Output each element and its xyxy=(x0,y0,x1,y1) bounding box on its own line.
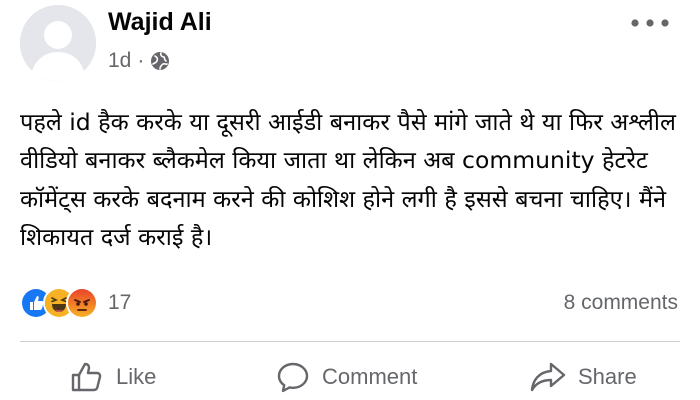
comment-bubble-icon xyxy=(277,362,309,393)
post-card: Wajid Ali 1d · पहले id हैक करके या दूसरी… xyxy=(0,0,700,400)
comment-label: Comment xyxy=(322,364,418,389)
reaction-count[interactable]: 17 xyxy=(108,291,131,315)
thumbs-up-icon xyxy=(71,362,102,392)
reactions-summary[interactable]: 17 xyxy=(20,287,131,319)
more-options-button[interactable] xyxy=(622,8,678,38)
divider xyxy=(20,341,680,342)
meta-separator: · xyxy=(137,49,145,72)
post-meta: 1d · xyxy=(108,49,170,73)
comments-count-link[interactable]: 8 comments xyxy=(564,291,678,315)
like-button[interactable]: Like xyxy=(70,357,156,397)
globe-icon[interactable] xyxy=(150,51,170,71)
more-horizontal-icon xyxy=(631,19,669,27)
author-name[interactable]: Wajid Ali xyxy=(108,8,212,37)
comment-button[interactable]: Comment xyxy=(276,357,417,397)
share-label: Share xyxy=(578,364,637,389)
default-avatar-icon xyxy=(20,5,96,81)
share-arrow-icon xyxy=(530,362,566,392)
post-text: पहले id हैक करके या दूसरी आईडी बनाकर पैस… xyxy=(20,108,676,251)
like-label: Like xyxy=(116,364,157,389)
angry-reaction-icon xyxy=(66,287,98,319)
avatar[interactable] xyxy=(20,5,96,81)
post-timestamp[interactable]: 1d xyxy=(108,49,131,73)
share-button[interactable]: Share xyxy=(530,357,637,397)
